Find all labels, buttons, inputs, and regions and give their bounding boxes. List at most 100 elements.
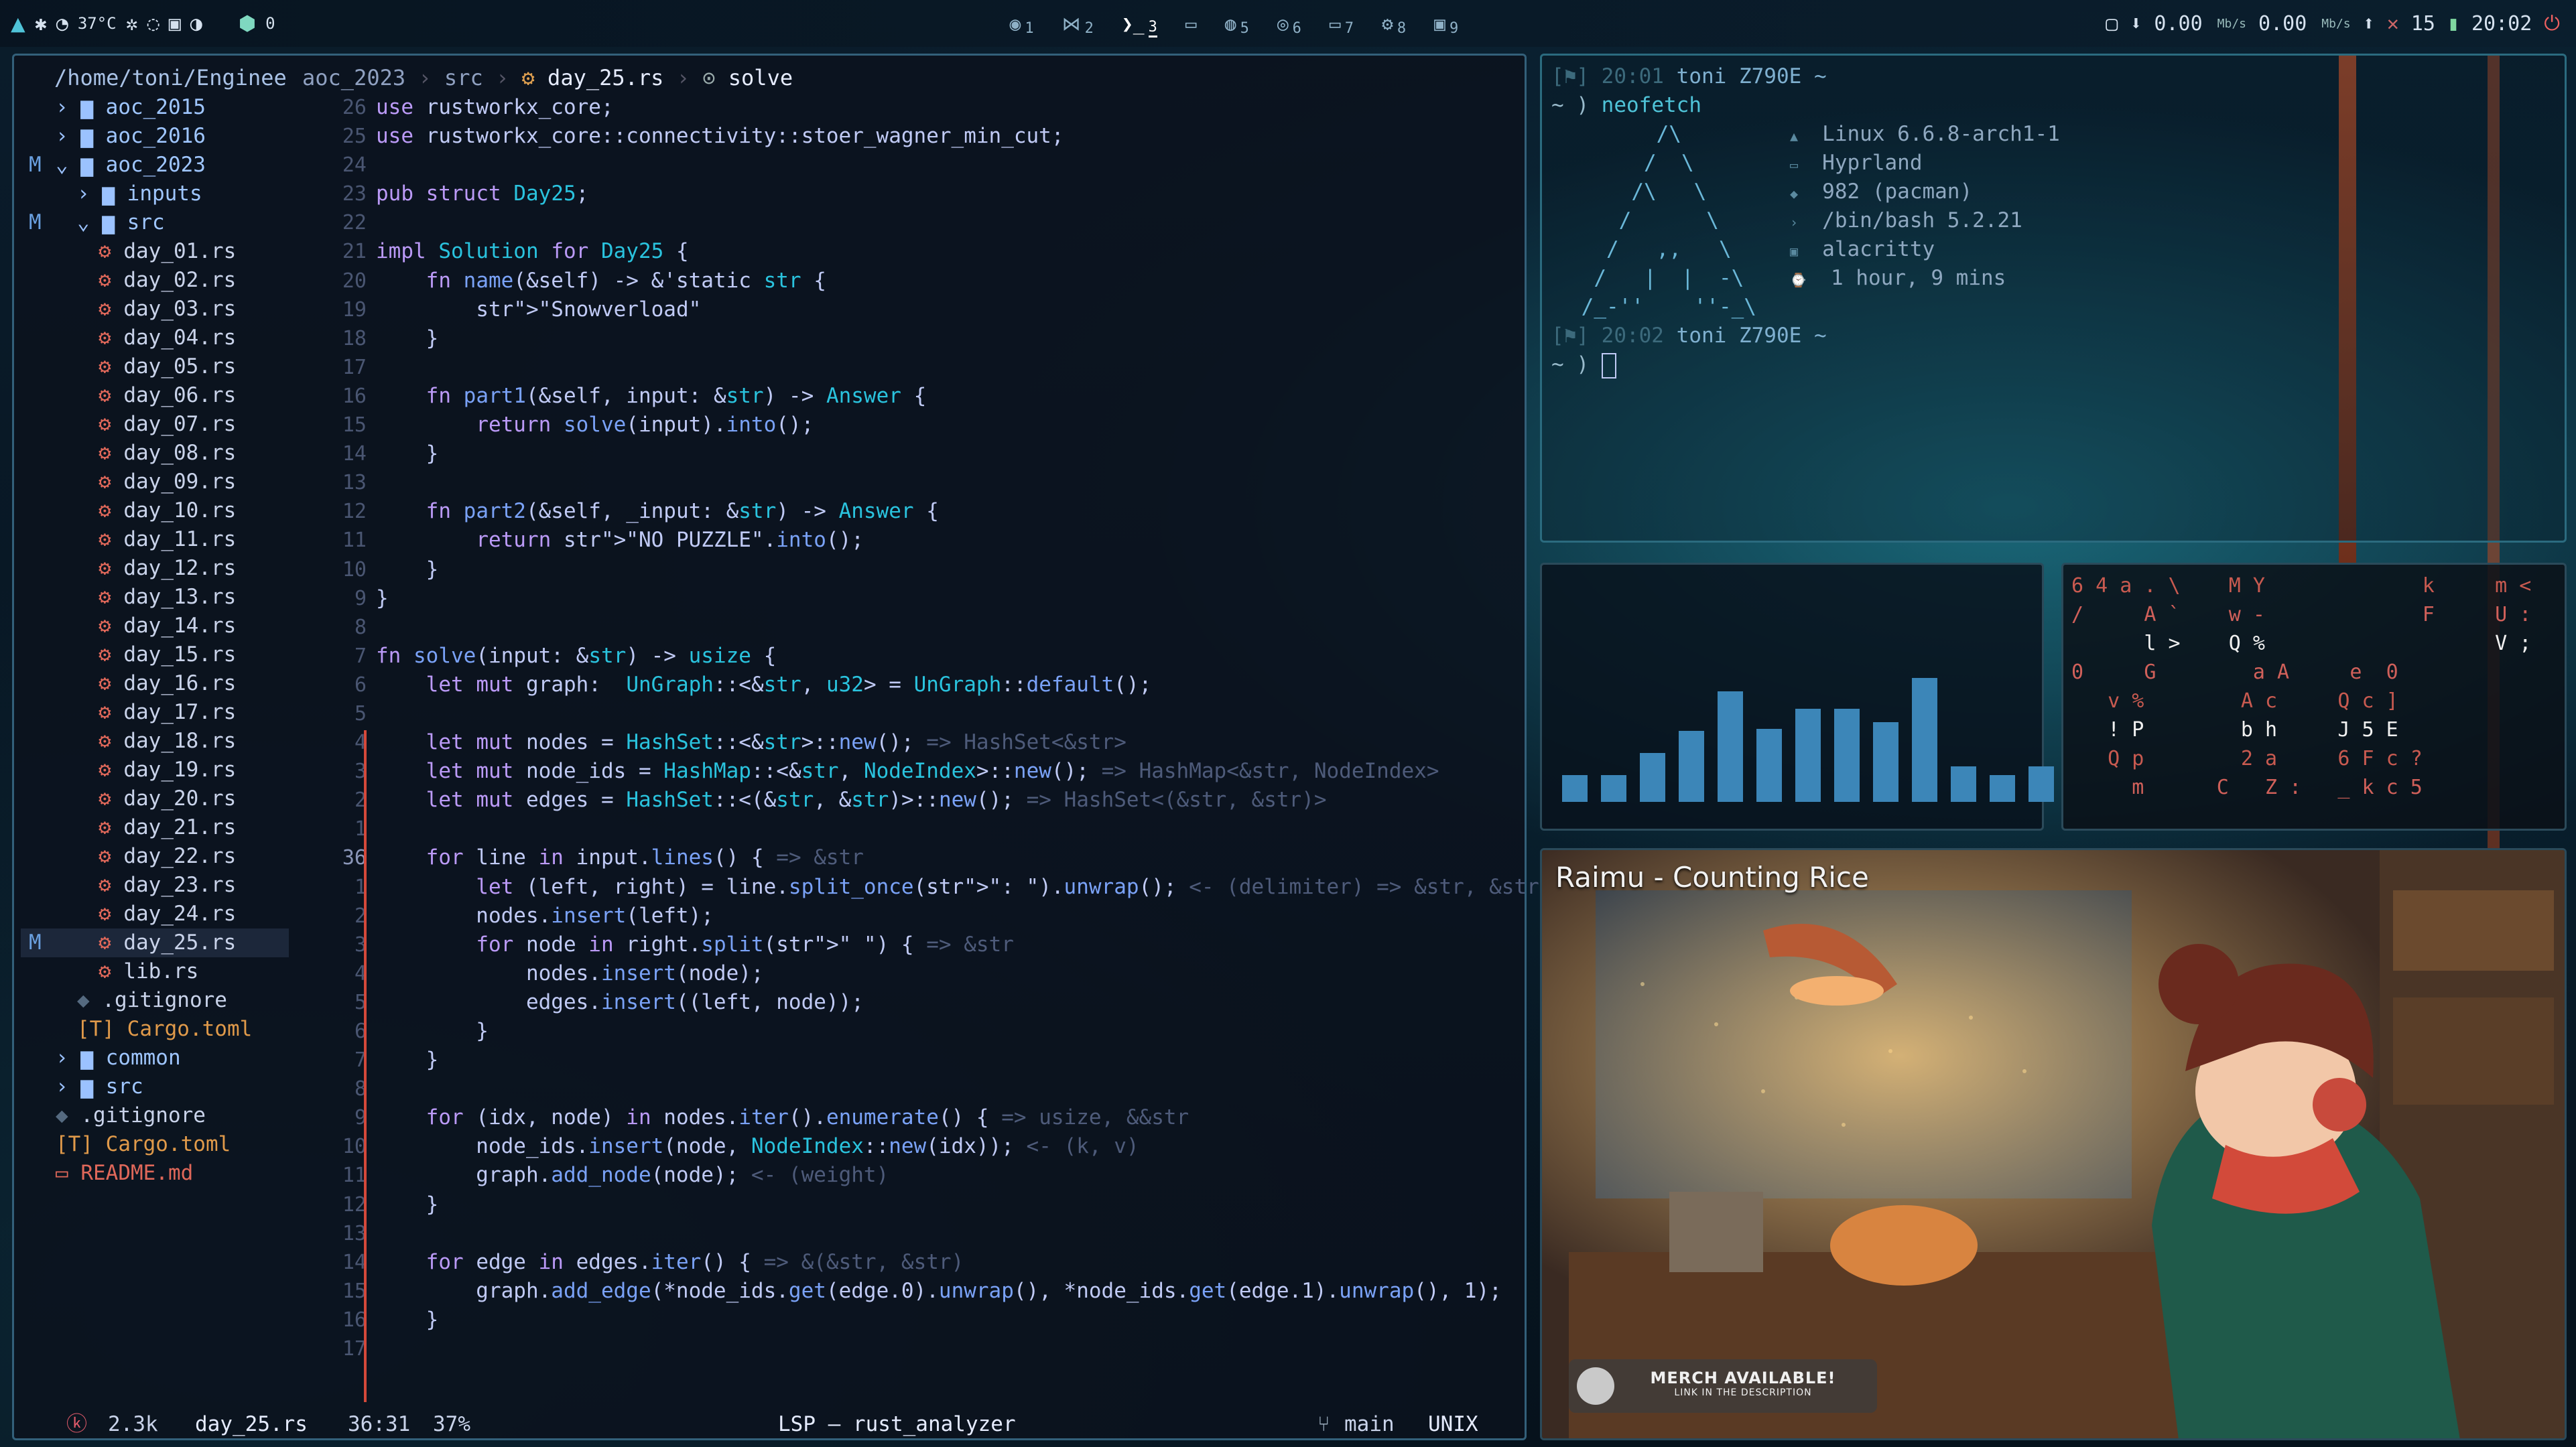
scroll-percent: 37% [433, 1412, 470, 1436]
tree-item[interactable]: ⚙ day_20.rs [21, 784, 289, 813]
tree-item[interactable]: ⚙ day_10.rs [21, 496, 289, 525]
tree-item[interactable]: ▭ README.md [21, 1159, 289, 1188]
input-line[interactable]: ~ ) [1551, 350, 1616, 379]
prompt-time-2: 20:02 [1601, 324, 1664, 348]
neofetch-logo-line: /\ [1569, 122, 1681, 146]
status-file-name: day_25.rs [195, 1412, 308, 1436]
video-frame[interactable] [1542, 850, 2565, 1438]
tree-item-label: aoc_2016 [105, 124, 206, 148]
tree-item[interactable]: ⚙ lib.rs [21, 957, 289, 986]
rust-file-icon: ⚙ [99, 700, 124, 724]
tree-item[interactable]: › ▆ aoc_2016 [21, 122, 289, 151]
workspace-6[interactable]: ◎ 6 [1277, 11, 1301, 37]
tree-item[interactable]: › ▆ inputs [21, 180, 289, 208]
code-line: use rustworkx_core; [376, 95, 614, 119]
tree-item[interactable]: ⚙ day_18.rs [21, 727, 289, 756]
tree-item[interactable]: ⚙ day_01.rs [21, 237, 289, 266]
code-buffer[interactable]: use rustworkx_core; use rustworkx_core::c… [376, 93, 1539, 1363]
line-number: 7 [354, 644, 367, 668]
tree-item-label: day_04.rs [123, 326, 237, 350]
merch-banner[interactable]: MERCH AVAILABLE! LINK IN THE DESCRIPTION [1569, 1359, 1877, 1413]
tree-item[interactable]: M ⌄ ▆ aoc_2023 [21, 151, 289, 180]
terminal-window[interactable]: [⚑] 20:01 toni Z790E ~ ~ ) neofetch [⚑] … [1540, 54, 2567, 543]
tree-item[interactable]: ⚙ day_09.rs [21, 468, 289, 496]
tree-item-label: day_18.rs [123, 729, 237, 753]
calendar-icon[interactable]: ▣ [169, 12, 181, 36]
tree-item[interactable]: ⚙ day_03.rs [21, 295, 289, 324]
line-number: 26 [342, 96, 367, 119]
power-button-icon[interactable]: ⏻ [2544, 12, 2560, 36]
breadcrumb-file[interactable]: day_25.rs [548, 65, 663, 90]
tree-item[interactable]: ⚙ day_05.rs [21, 352, 289, 381]
tree-item[interactable]: › ▆ common [21, 1044, 289, 1073]
code-line: } [376, 441, 439, 466]
tree-item[interactable]: ⚙ day_12.rs [21, 554, 289, 583]
visualizer-bar [1795, 709, 1821, 802]
net-down-unit: Mb/s [2217, 16, 2247, 31]
tree-item[interactable]: ⚙ day_21.rs [21, 813, 289, 842]
line-number: 3 [354, 760, 367, 784]
code-line: let mut node_ids = HashMap::<&str, NodeI… [426, 759, 1439, 784]
arch-logo-icon[interactable]: ▲ [11, 10, 25, 38]
tree-item[interactable]: ⚙ day_07.rs [21, 410, 289, 439]
tree-item[interactable]: ⚙ day_17.rs [21, 698, 289, 727]
line-number: 14 [342, 442, 367, 466]
package-icon: ⬢ [238, 11, 257, 36]
rust-file-icon: ⚙ [99, 873, 124, 897]
workspace-4[interactable]: ▭ [1185, 13, 1197, 35]
editor-window[interactable]: /home/toni/Enginee › ▆ aoc_2015 › ▆ aoc_2… [12, 54, 1539, 1440]
video-player-window[interactable]: Raimu - Counting Rice MERCH AVAILABLE! L… [1540, 848, 2567, 1440]
line-number: 5 [354, 701, 367, 726]
workspace-9[interactable]: ▣ 9 [1434, 11, 1458, 37]
tree-item[interactable]: ⚙ day_04.rs [21, 324, 289, 352]
tree-item[interactable]: ⚙ day_02.rs [21, 266, 289, 295]
tree-item[interactable]: › ▆ aoc_2015 [21, 93, 289, 122]
mode-icon: ⓚ [66, 1412, 87, 1436]
rust-file-icon: ⚙ [99, 758, 124, 782]
breadcrumb-src[interactable]: src [444, 65, 483, 90]
tree-item[interactable]: [T] Cargo.toml [21, 1015, 289, 1044]
tree-item[interactable]: ⚙ day_06.rs [21, 381, 289, 410]
file-tree[interactable]: /home/toni/Enginee › ▆ aoc_2015 › ▆ aoc_2… [21, 62, 289, 1389]
line-number: 4 [354, 731, 367, 755]
microphone-muted-icon[interactable]: ✕ [2387, 12, 2399, 36]
tree-item[interactable]: ⚙ day_24.rs [21, 900, 289, 928]
matrix-line: 6 4 a . \ M Y k m < [2071, 574, 2532, 598]
tree-item[interactable]: ⚙ day_14.rs [21, 612, 289, 640]
workspace-2[interactable]: ⋈ 2 [1062, 11, 1094, 37]
tree-item[interactable]: ⚙ day_16.rs [21, 669, 289, 698]
folder-icon: › ▆ [77, 182, 127, 206]
rust-file-icon: ⚙ [99, 786, 124, 811]
tree-item[interactable]: ⚙ day_15.rs [21, 640, 289, 669]
folder-icon: › ▆ [56, 124, 106, 148]
tree-item[interactable]: M ⌄ ▆ src [21, 208, 289, 237]
tree-item[interactable]: ⚙ day_23.rs [21, 871, 289, 900]
breadcrumb-dir[interactable]: aoc_2023 [302, 65, 405, 90]
tree-item[interactable]: ⚙ day_19.rs [21, 756, 289, 784]
tree-item[interactable]: ⚙ day_08.rs [21, 439, 289, 468]
tree-item[interactable]: [T] Cargo.toml [21, 1130, 289, 1159]
merch-subtitle: LINK IN THE DESCRIPTION [1674, 1387, 1812, 1398]
tree-item-label: lib.rs [123, 959, 199, 983]
tree-item[interactable]: ⚙ day_22.rs [21, 842, 289, 871]
workspace-8[interactable]: ⚙ 8 [1382, 11, 1406, 37]
tree-item[interactable]: ⚙ day_11.rs [21, 525, 289, 554]
workspace-3[interactable]: ❯_ 3 [1122, 9, 1157, 38]
workspace-5[interactable]: ◍ 5 [1225, 11, 1249, 37]
workspace-1[interactable]: ◉ 1 [1010, 11, 1034, 37]
tree-item[interactable]: ◆ .gitignore [21, 1101, 289, 1130]
update-count: 0 [265, 14, 275, 33]
line-number: 22 [342, 211, 367, 235]
tree-item[interactable]: › ▆ src [21, 1073, 289, 1101]
screenshot-icon[interactable]: ▢ [2106, 12, 2118, 36]
breadcrumb-symbol[interactable]: solve [728, 65, 793, 90]
tree-item[interactable]: ◆ .gitignore [21, 986, 289, 1015]
tree-item[interactable]: ⚙ day_13.rs [21, 583, 289, 612]
media-icon: ▭ [1329, 12, 1341, 35]
workspace-7[interactable]: ▭ 7 [1330, 11, 1354, 37]
line-number: 6 [354, 1020, 367, 1043]
tree-item[interactable]: M ⚙ day_25.rs [21, 928, 289, 957]
git-branch-icon: ⑂ [1317, 1412, 1330, 1436]
tree-item-label: day_10.rs [123, 498, 237, 523]
